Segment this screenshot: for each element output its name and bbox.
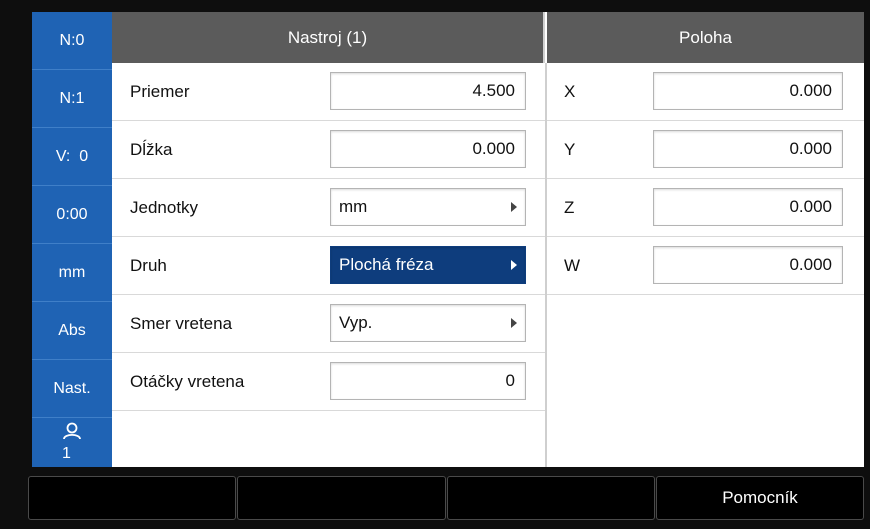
- softkey-3[interactable]: [447, 476, 655, 520]
- sidebar-item-n1[interactable]: N:1: [32, 70, 112, 128]
- length-label: Dĺžka: [130, 140, 173, 159]
- type-value: Plochá fréza: [339, 255, 434, 274]
- sidebar-item-units[interactable]: mm: [32, 244, 112, 302]
- units-select[interactable]: mm: [330, 188, 526, 226]
- tool-row-length: Dĺžka 0.000: [112, 121, 545, 179]
- axis-y-label: Y: [564, 140, 576, 159]
- axis-z-label: Z: [564, 198, 575, 217]
- sidebar-item-label: N:0: [59, 31, 85, 49]
- diameter-field[interactable]: 4.500: [330, 72, 526, 110]
- tool-row-units: Jednotky mm: [112, 179, 545, 237]
- chevron-right-icon: [511, 260, 517, 270]
- sidebar-item-label: mm: [58, 263, 86, 281]
- softkey-2[interactable]: [237, 476, 446, 520]
- sidebar-item-label: V: 0: [55, 147, 89, 165]
- axis-w-field[interactable]: 0.000: [653, 246, 843, 284]
- softkey-1[interactable]: [28, 476, 236, 520]
- spindle-direction-label: Smer vretena: [130, 314, 233, 333]
- sidebar-item-setup[interactable]: Nast.: [32, 360, 112, 418]
- type-label: Druh: [130, 256, 167, 275]
- sidebar-item-n0[interactable]: N:0: [32, 12, 112, 70]
- sidebar-item-feedrate[interactable]: V: 0: [32, 128, 112, 186]
- axis-y-field[interactable]: 0.000: [653, 130, 843, 168]
- tool-row-spindle-speed: Otáčky vretena 0: [112, 353, 545, 411]
- chevron-right-icon: [511, 202, 517, 212]
- position-row-y: Y 0.000: [547, 121, 864, 179]
- position-panel-title: Poloha: [547, 12, 864, 63]
- status-sidebar: N:0 N:1 V: 0 0:00 mm Abs Nast. 1: [32, 12, 112, 467]
- sidebar-item-label: Abs: [58, 321, 86, 339]
- sidebar-item-user[interactable]: 1: [32, 418, 112, 467]
- axis-x-field[interactable]: 0.000: [653, 72, 843, 110]
- sidebar-item-abs[interactable]: Abs: [32, 302, 112, 360]
- sidebar-item-label: N:1: [59, 89, 85, 107]
- main-panel: Nastroj (1) Poloha Priemer 4.500 Dĺžka 0…: [112, 12, 864, 467]
- length-field[interactable]: 0.000: [330, 130, 526, 168]
- help-softkey[interactable]: Pomocník: [656, 476, 864, 520]
- position-row-z: Z 0.000: [547, 179, 864, 237]
- type-select[interactable]: Plochá fréza: [330, 246, 526, 284]
- axis-w-label: W: [564, 256, 581, 275]
- spindle-speed-field[interactable]: 0: [330, 362, 526, 400]
- position-row-w: W 0.000: [547, 237, 864, 295]
- tool-row-spindle-direction: Smer vretena Vyp.: [112, 295, 545, 353]
- axis-z-field[interactable]: 0.000: [653, 188, 843, 226]
- spindle-direction-value: Vyp.: [339, 313, 373, 332]
- tool-row-diameter: Priemer 4.500: [112, 63, 545, 121]
- diameter-label: Priemer: [130, 82, 190, 101]
- axis-x-label: X: [564, 82, 576, 101]
- sidebar-item-timer[interactable]: 0:00: [32, 186, 112, 244]
- position-row-x: X 0.000: [547, 63, 864, 121]
- tool-row-type: Druh Plochá fréza: [112, 237, 545, 295]
- user-icon: [63, 422, 81, 440]
- tool-panel-title: Nastroj (1): [112, 12, 545, 63]
- units-value: mm: [339, 197, 368, 216]
- chevron-right-icon: [511, 318, 517, 328]
- units-label: Jednotky: [130, 198, 199, 217]
- spindle-direction-select[interactable]: Vyp.: [330, 304, 526, 342]
- sidebar-item-label: 0:00: [56, 205, 88, 223]
- softkey-bar: Pomocník: [28, 476, 864, 520]
- user-number: 1: [62, 445, 71, 462]
- user-icon-group: 1: [62, 422, 82, 463]
- spindle-speed-label: Otáčky vretena: [130, 372, 245, 391]
- sidebar-item-label: Nast.: [53, 379, 91, 397]
